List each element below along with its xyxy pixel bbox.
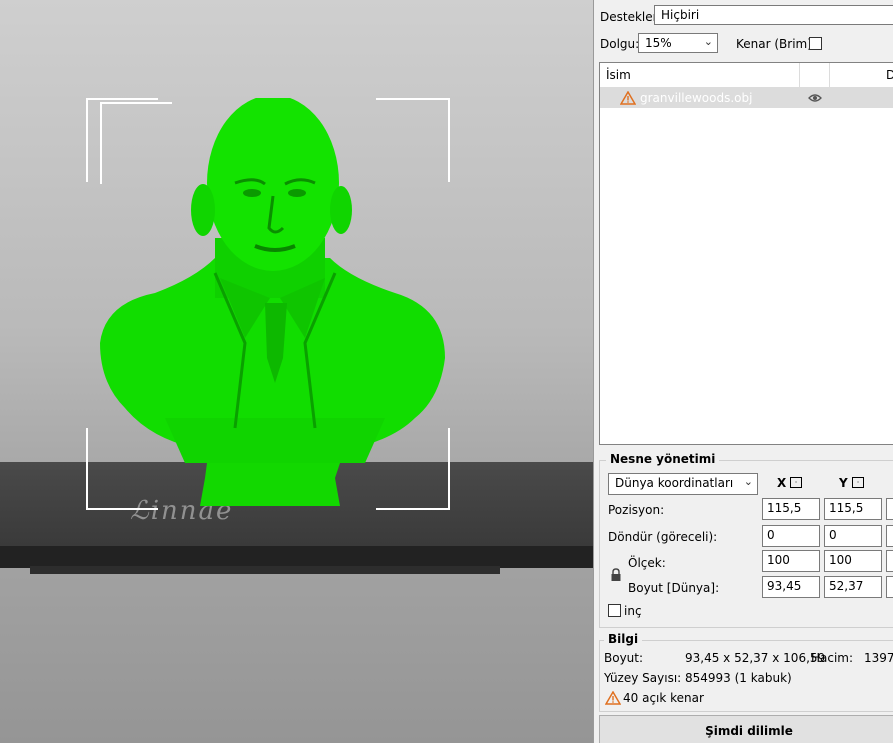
rotate-y-input[interactable]: 0	[824, 525, 882, 547]
rotate-x-input[interactable]: 0	[762, 525, 820, 547]
info-facets-label: Yüzey Sayısı:	[604, 671, 682, 685]
size-z-input[interactable]	[886, 576, 893, 598]
info-volume-label: Hacim:	[811, 651, 854, 665]
column-name-header[interactable]: İsim	[606, 68, 631, 82]
size-y-input[interactable]: 52,37	[824, 576, 882, 598]
scale-y-input[interactable]: 100	[824, 550, 882, 572]
object-list-header: İsim D	[600, 63, 893, 88]
eye-icon[interactable]	[808, 93, 822, 103]
coordinate-system-value: Dünya koordinatları	[615, 476, 734, 490]
supports-dropdown[interactable]: Hiçbiri	[654, 5, 893, 25]
infill-value: 15%	[645, 36, 672, 50]
settings-panel: Destekler: Hiçbiri Dolgu: 15% ⌄ Kenar (B…	[593, 0, 893, 743]
position-y-input[interactable]: 115,5	[824, 498, 882, 520]
scale-label: Ölçek:	[628, 556, 666, 570]
selection-corner-top-left-inner	[100, 102, 172, 184]
info-size-value: 93,45 x 52,37 x 106,59	[685, 651, 826, 665]
selection-corner-top-right	[376, 98, 450, 182]
info-facets-value: 854993 (1 kabuk)	[685, 671, 792, 685]
warning-icon	[605, 691, 621, 705]
chevron-down-icon: ⌄	[703, 35, 713, 48]
size-world-label: Boyut [Dünya]:	[628, 581, 720, 595]
position-label: Pozisyon:	[608, 503, 665, 517]
axis-y-label: Y	[839, 476, 848, 490]
3d-viewport[interactable]: ℒinnaé	[0, 0, 593, 743]
selection-corner-bottom-left	[86, 428, 158, 510]
supports-label: Destekler:	[600, 10, 662, 24]
coordinate-system-dropdown[interactable]: Dünya koordinatları ⌄	[608, 473, 758, 495]
position-z-input[interactable]	[886, 498, 893, 520]
brim-checkbox[interactable]	[809, 37, 822, 50]
object-list[interactable]: İsim D granvillewoods.obj	[599, 62, 893, 445]
inch-label: inç	[624, 604, 642, 618]
list-item[interactable]: granvillewoods.obj	[600, 88, 893, 108]
column-divider	[829, 63, 830, 87]
supports-value: Hiçbiri	[661, 8, 700, 22]
axis-x-icon: ·	[790, 477, 802, 488]
brim-label: Kenar (Brim):	[736, 37, 816, 51]
selection-corner-bottom-right	[376, 428, 450, 510]
column-divider	[799, 63, 800, 87]
axis-y-icon: ·	[852, 477, 864, 488]
infill-label: Dolgu:	[600, 37, 640, 51]
size-x-input[interactable]: 93,45	[762, 576, 820, 598]
print-bed-edge	[0, 546, 593, 568]
rotate-z-input[interactable]	[886, 525, 893, 547]
scale-x-input[interactable]: 100	[762, 550, 820, 572]
scale-z-input[interactable]	[886, 550, 893, 572]
warning-icon	[620, 91, 636, 105]
infill-dropdown[interactable]: 15% ⌄	[638, 33, 718, 53]
object-manipulation-title: Nesne yönetimi	[606, 452, 720, 466]
lock-icon[interactable]	[610, 568, 622, 582]
column-d-header[interactable]: D	[886, 68, 893, 82]
object-name: granvillewoods.obj	[640, 91, 753, 105]
axis-x-label: X	[777, 476, 787, 490]
inch-checkbox[interactable]	[608, 604, 621, 617]
rotate-label: Döndür (göreceli):	[608, 530, 718, 544]
info-size-label: Boyut:	[604, 651, 644, 665]
position-x-input[interactable]: 115,5	[762, 498, 820, 520]
print-bed-shadow	[30, 566, 500, 574]
info-volume-value: 13974	[864, 651, 893, 665]
slice-now-button[interactable]: Şimdi dilimle	[599, 715, 893, 743]
chevron-down-icon: ⌄	[743, 475, 753, 488]
open-edges-warning: 40 açık kenar	[623, 691, 704, 705]
info-title: Bilgi	[604, 632, 643, 646]
